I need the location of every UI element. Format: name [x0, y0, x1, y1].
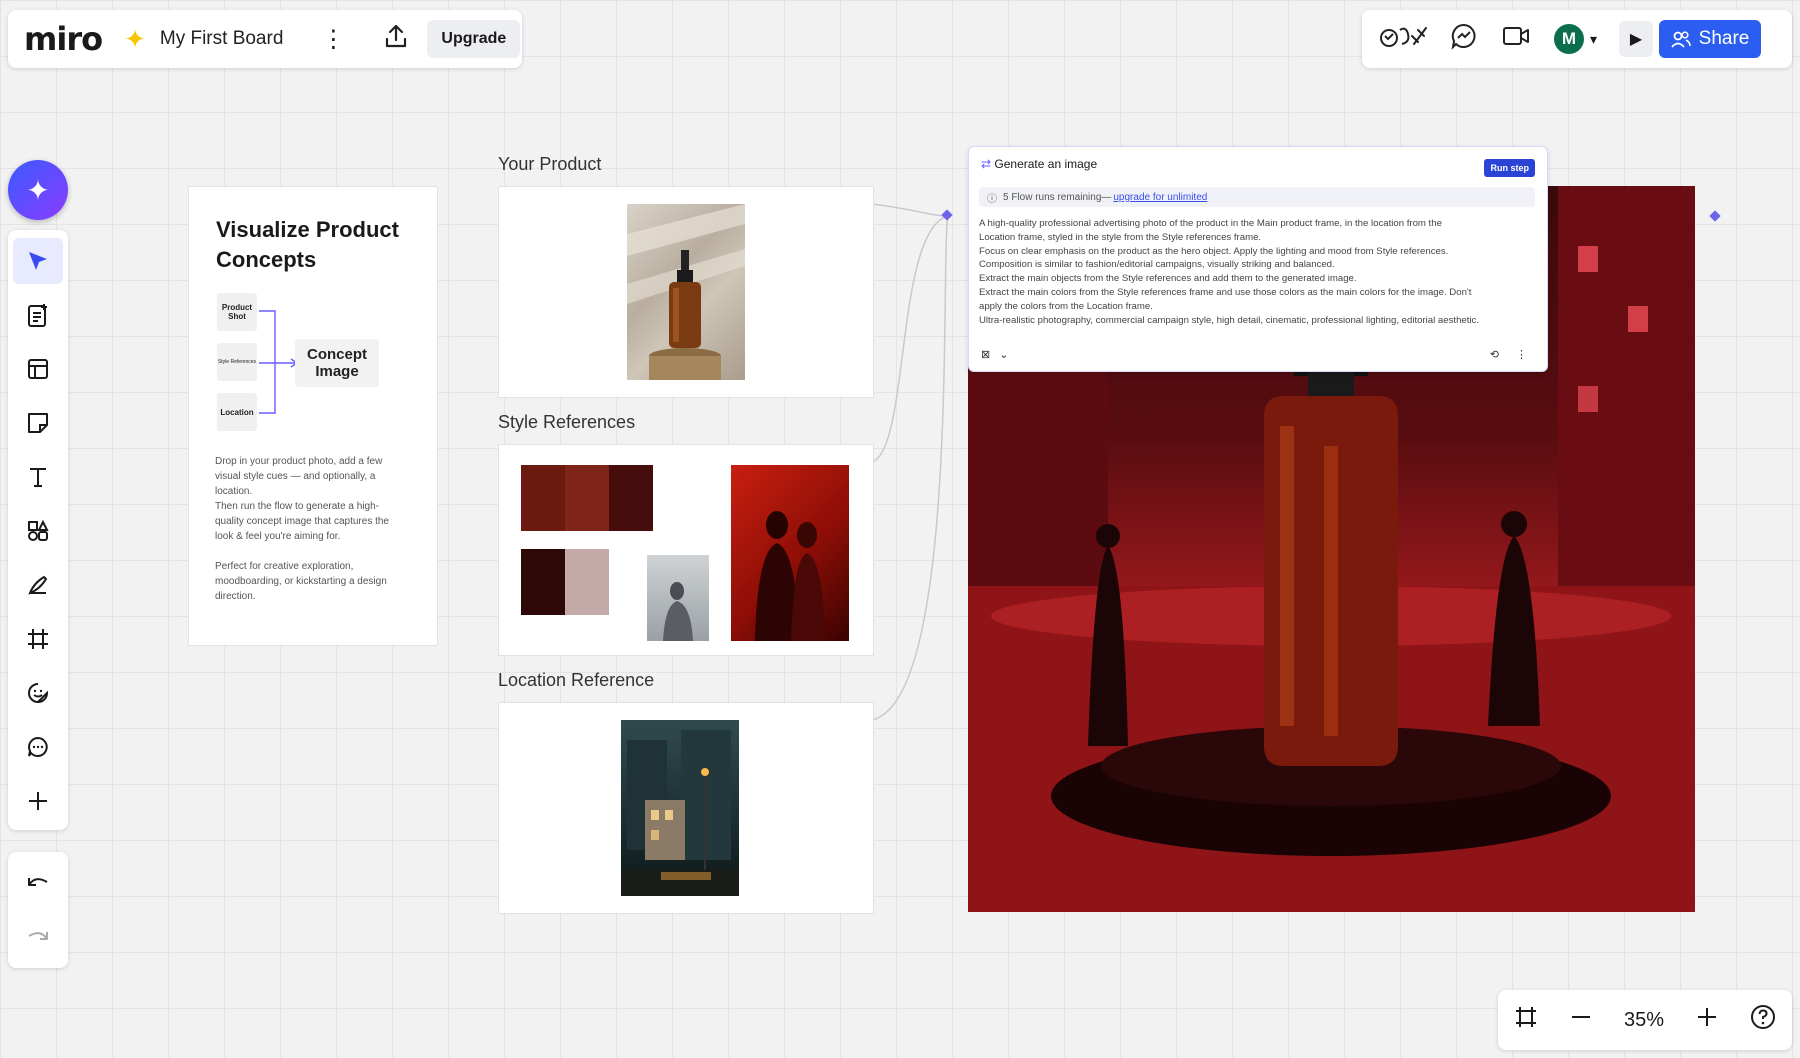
node-product-shot: Product Shot — [217, 293, 257, 331]
zoom-in-button[interactable] — [1696, 1006, 1718, 1035]
style-photo-figure[interactable] — [647, 555, 709, 641]
product-photo[interactable] — [627, 204, 745, 380]
product-frame-label[interactable]: Your Product — [498, 154, 601, 175]
node-style-references: Style References — [217, 343, 257, 381]
help-button[interactable] — [1750, 1004, 1776, 1037]
product-frame[interactable] — [498, 186, 874, 398]
generate-header: ⇄ Generate an image — [981, 157, 1097, 171]
figure-image — [663, 582, 693, 641]
flow-step-icon: ⇄ — [981, 157, 992, 171]
swatch-1 — [521, 465, 565, 531]
flow-description: Drop in your product photo, add a few vi… — [215, 456, 389, 602]
minus-icon — [1571, 1015, 1590, 1018]
location-photo[interactable] — [621, 720, 739, 896]
zoom-panel: 35% — [1498, 990, 1792, 1050]
runs-remaining-text: 5 Flow runs remaining— — [1003, 191, 1112, 203]
generate-image-panel[interactable]: ⇄ Generate an image Run step ⓘ 5 Flow ru… — [968, 146, 1548, 372]
swatch-4 — [521, 549, 565, 615]
swatch-3 — [609, 465, 653, 531]
location-frame-label[interactable]: Location Reference — [498, 670, 654, 691]
flow-description-card[interactable]: Visualize Product Concepts Product Shot … — [188, 186, 438, 646]
swatch-5 — [565, 549, 609, 615]
frame-icon — [1515, 1006, 1536, 1027]
panel-actions: ⟲ ⋮ — [1490, 348, 1527, 361]
model-icon: ⊠ — [981, 349, 991, 361]
help-icon — [1750, 1004, 1775, 1029]
style-photo-red[interactable] — [731, 465, 849, 641]
zoom-level[interactable]: 35% — [1624, 1009, 1664, 1032]
run-step-button[interactable]: Run step — [1484, 159, 1535, 177]
bottle-image — [627, 204, 745, 380]
model-selector[interactable]: ⊠ ⌄ — [981, 348, 1009, 361]
more-options-icon[interactable]: ⋮ — [1516, 349, 1527, 361]
night-street-image — [621, 730, 739, 896]
zoom-out-button[interactable] — [1570, 1006, 1592, 1035]
prompt-text[interactable]: A high-quality professional advertising … — [979, 217, 1535, 327]
location-frame[interactable] — [498, 702, 874, 914]
generate-title: Generate an image — [994, 157, 1098, 171]
runs-remaining-banner: ⓘ 5 Flow runs remaining— upgrade for unl… — [979, 187, 1535, 207]
node-concept-image: Concept Image — [295, 339, 379, 387]
upgrade-link[interactable]: upgrade for unlimited — [1113, 192, 1207, 203]
style-frame-label[interactable]: Style References — [498, 412, 635, 433]
red-portrait-image — [755, 511, 825, 641]
swatch-2 — [565, 465, 609, 531]
node-location: Location — [217, 393, 257, 431]
style-references-frame[interactable] — [498, 444, 874, 656]
chevron-down-icon: ⌄ — [999, 349, 1009, 361]
fit-to-screen-button[interactable] — [1514, 1005, 1538, 1036]
info-icon: ⓘ — [987, 193, 997, 205]
plus-icon — [1697, 1007, 1716, 1026]
history-icon[interactable]: ⟲ — [1490, 349, 1499, 361]
